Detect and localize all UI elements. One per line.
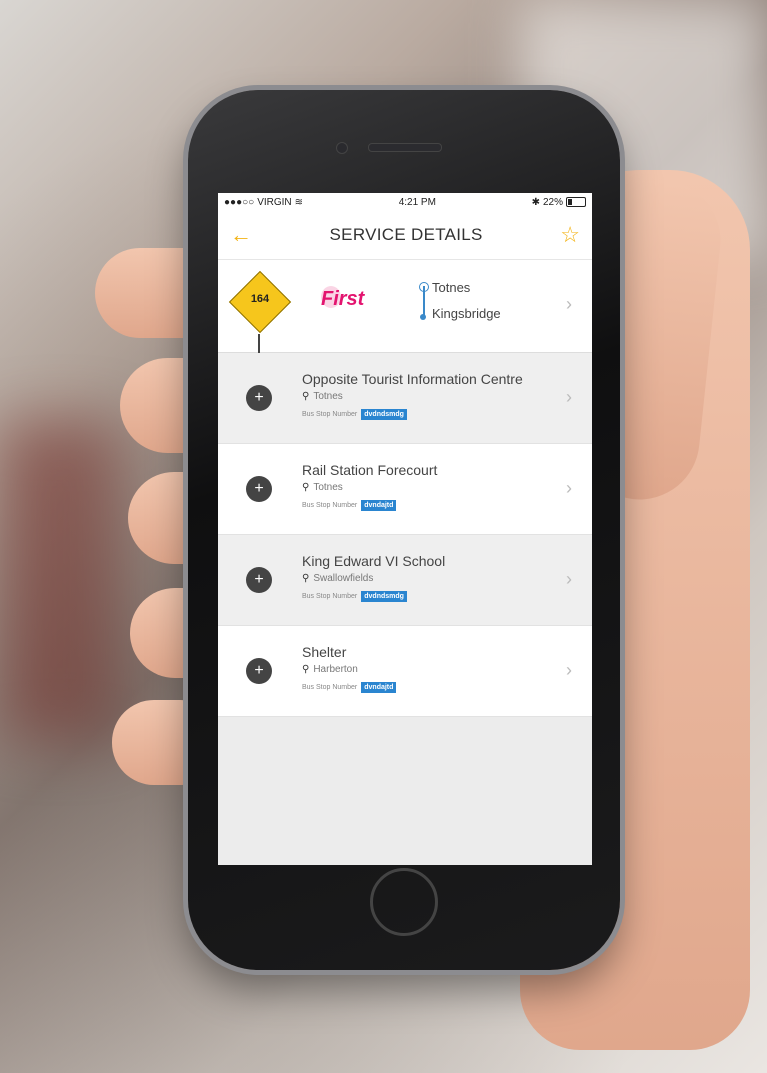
stop-meta: Bus Stop Number dvdndsmdg	[302, 591, 407, 602]
stop-area: ⚲ Totnes	[302, 391, 343, 402]
pin-icon: ⚲	[302, 482, 310, 493]
pin-icon: ⚲	[302, 664, 310, 675]
status-bar: ●●●○○ VIRGIN ≋ 4:21 PM ✱ 22%	[218, 193, 592, 211]
stop-number-badge: dvndajtd	[361, 682, 397, 693]
stop-meta: Bus Stop Number dvndajtd	[302, 500, 397, 511]
stop-area-label: Swallowfields	[313, 573, 374, 584]
stop-number-badge: dvdndsmdg	[361, 591, 407, 602]
stop-area-label: Totnes	[313, 391, 343, 402]
page-title: SERVICE DETAILS	[329, 225, 483, 244]
camera-icon	[336, 142, 348, 154]
chevron-right-icon: ›	[566, 387, 572, 407]
stop-row[interactable]: + Rail Station Forecourt ⚲ Totnes Bus Sto…	[218, 444, 592, 535]
plus-icon[interactable]: +	[246, 658, 272, 684]
operator-logo: First	[321, 288, 365, 310]
phone-device: ●●●○○ VIRGIN ≋ 4:21 PM ✱ 22% ← SERVICE D…	[188, 90, 620, 970]
plus-icon[interactable]: +	[246, 385, 272, 411]
speaker-grille	[368, 143, 442, 152]
route-number: 164	[250, 293, 270, 305]
star-icon[interactable]: ☆	[560, 222, 580, 248]
stop-row[interactable]: + Opposite Tourist Information Centre ⚲ T…	[218, 353, 592, 444]
stop-area: ⚲ Swallowfields	[302, 573, 373, 584]
stop-meta: Bus Stop Number dvdndsmdg	[302, 409, 407, 420]
battery-icon	[565, 197, 586, 207]
home-button[interactable]	[370, 868, 438, 936]
stop-name: Rail Station Forecourt	[302, 462, 438, 478]
signal-icon: ●●●○○	[224, 196, 255, 208]
stop-number-label: Bus Stop Number	[302, 593, 358, 600]
chevron-right-icon: ›	[566, 569, 572, 589]
stop-number-badge: dvndajtd	[361, 500, 397, 511]
chevron-right-icon: ›	[566, 294, 572, 314]
chevron-right-icon: ›	[566, 660, 572, 680]
plus-icon[interactable]: +	[246, 476, 272, 502]
back-arrow-icon[interactable]: ←	[230, 222, 252, 248]
route-to: Kingsbridge	[432, 306, 501, 321]
stop-row[interactable]: + King Edward VI School ⚲ Swallowfields B…	[218, 535, 592, 626]
stop-area-label: Harberton	[313, 664, 358, 675]
stop-name: King Edward VI School	[302, 553, 446, 569]
stop-area: ⚲ Totnes	[302, 482, 343, 493]
route-from: Totnes	[432, 280, 471, 295]
pin-icon: ⚲	[302, 573, 310, 584]
stop-name: Opposite Tourist Information Centre	[302, 371, 523, 387]
pin-icon: ⚲	[302, 391, 310, 402]
nav-bar: ← SERVICE DETAILS ☆	[218, 211, 592, 260]
plus-icon[interactable]: +	[246, 567, 272, 593]
route-end-icon	[420, 314, 426, 320]
stop-name: Shelter	[302, 644, 347, 660]
sign-pole	[258, 334, 260, 354]
stop-number-badge: dvdndsmdg	[361, 409, 407, 420]
bluetooth-icon: ✱	[531, 196, 540, 208]
stop-number-label: Bus Stop Number	[302, 502, 358, 509]
clock-label: 4:21 PM	[398, 196, 436, 208]
carrier-label: VIRGIN	[257, 196, 292, 208]
battery-label: 22%	[542, 196, 563, 208]
stop-area-label: Totnes	[313, 482, 343, 493]
service-summary[interactable]: 164 First Totnes Kingsbridge ›	[218, 260, 592, 354]
stop-number-label: Bus Stop Number	[302, 684, 358, 691]
chevron-right-icon: ›	[566, 478, 572, 498]
route-line	[423, 286, 425, 316]
app-screen: ●●●○○ VIRGIN ≋ 4:21 PM ✱ 22% ← SERVICE D…	[218, 193, 592, 865]
stop-area: ⚲ Harberton	[302, 664, 358, 675]
wifi-icon: ≋	[294, 196, 304, 208]
stop-row[interactable]: + Shelter ⚲ Harberton Bus Stop Number dvnd…	[218, 626, 592, 717]
stop-number-label: Bus Stop Number	[302, 411, 358, 418]
stop-meta: Bus Stop Number dvndajtd	[302, 682, 397, 693]
